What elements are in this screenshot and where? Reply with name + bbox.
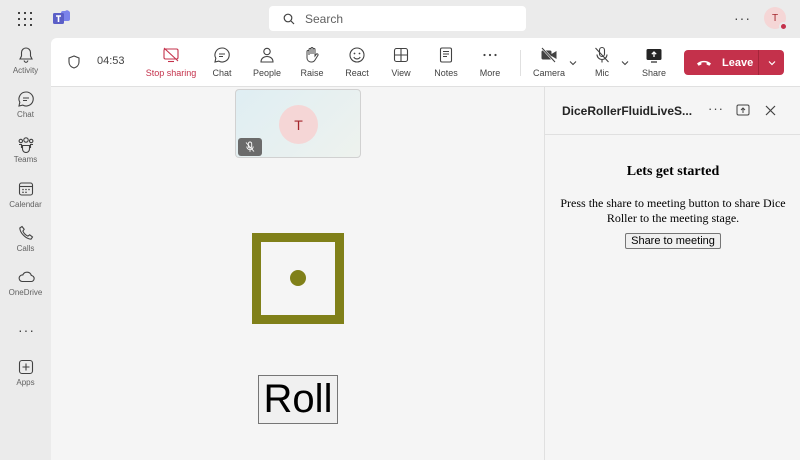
stop-sharing-button[interactable]: Stop sharing — [145, 46, 197, 78]
meeting-toolbar: 04:53 Stop sharing Chat People Raise Rea… — [51, 38, 800, 87]
panel-content: Lets get started Press the share to meet… — [545, 135, 800, 249]
leave-main[interactable]: Leave — [684, 50, 758, 75]
rail-item-activity[interactable]: Activity — [0, 46, 51, 86]
share-to-meeting-button[interactable]: Share to meeting — [625, 233, 721, 249]
rail-label: Calls — [16, 244, 35, 253]
dice-pip — [290, 270, 306, 286]
chat-icon — [17, 91, 34, 107]
view-label: View — [391, 68, 411, 78]
react-label: React — [345, 68, 369, 78]
notes-label: Notes — [434, 68, 458, 78]
leave-options-chevron-icon[interactable] — [759, 58, 784, 68]
more-button[interactable]: More — [466, 46, 514, 78]
app-side-panel: DiceRollerFluidLiveS... ··· Lets get sta… — [544, 87, 800, 460]
more-options-icon[interactable]: ··· — [734, 10, 751, 26]
close-icon[interactable] — [765, 105, 776, 116]
chat-label: Chat — [212, 68, 232, 78]
rail-label: Calendar — [9, 200, 42, 209]
toolbar-divider — [520, 50, 521, 76]
rail-label: Activity — [12, 66, 39, 75]
camera-off-icon — [541, 47, 557, 63]
notes-button[interactable]: Notes — [422, 46, 470, 78]
panel-heading: Lets get started — [626, 164, 720, 179]
stop-sharing-icon — [163, 47, 179, 63]
cloud-icon — [18, 271, 35, 283]
people-label: People — [252, 68, 282, 78]
raise-label: Raise — [300, 68, 324, 78]
participant-initial: T — [294, 116, 303, 133]
rail-label: OneDrive — [8, 288, 43, 297]
chat-icon — [214, 47, 230, 63]
panel-title: DiceRollerFluidLiveS... — [562, 104, 693, 118]
raise-hand-button[interactable]: Raise — [288, 46, 336, 78]
notes-icon — [439, 47, 453, 63]
teams-icon — [18, 137, 33, 153]
hang-up-icon — [697, 60, 711, 66]
more-apps-icon[interactable]: ··· — [18, 322, 35, 338]
stop-sharing-label: Stop sharing — [145, 68, 197, 78]
muted-mic-icon — [238, 138, 262, 156]
leave-button[interactable]: Leave — [684, 50, 784, 75]
chat-button[interactable]: Chat — [198, 46, 246, 78]
share-label: Share — [641, 68, 667, 78]
camera-options-chevron-icon[interactable] — [568, 58, 578, 68]
user-initial: T — [771, 12, 779, 24]
rail-item-apps[interactable]: Apps — [0, 358, 51, 398]
calendar-icon — [18, 182, 33, 196]
person-icon — [260, 47, 274, 63]
rail-item-calls[interactable]: Calls — [0, 224, 51, 264]
panel-description: Press the share to meeting button to sha… — [560, 196, 786, 225]
mic-off-icon — [595, 46, 609, 63]
search-box[interactable]: Search — [269, 6, 526, 31]
roll-button[interactable]: Roll — [258, 375, 338, 424]
react-button[interactable]: React — [333, 46, 381, 78]
rail-item-teams[interactable]: Teams — [0, 135, 51, 175]
camera-button[interactable]: Camera — [525, 46, 573, 78]
mic-options-chevron-icon[interactable] — [620, 58, 630, 68]
rail-label: Teams — [13, 155, 38, 164]
more-label: More — [479, 68, 501, 78]
teams-logo-icon — [53, 10, 71, 31]
rail-label: Chat — [17, 110, 34, 119]
meeting-stage: T Roll — [51, 87, 544, 460]
mic-button[interactable]: Mic — [578, 46, 626, 78]
participant-avatar: T — [279, 105, 318, 144]
leave-label: Leave — [722, 56, 754, 69]
user-avatar[interactable]: T — [764, 7, 788, 31]
view-button[interactable]: View — [377, 46, 425, 78]
search-placeholder: Search — [305, 11, 344, 26]
panel-more-icon[interactable]: ··· — [708, 101, 724, 116]
add-app-icon — [18, 359, 33, 375]
camera-label: Camera — [532, 68, 565, 78]
share-screen-icon — [646, 49, 662, 63]
grid-view-icon — [393, 47, 409, 63]
app-rail: Activity Chat Teams Calendar Calls OneDr… — [0, 38, 51, 460]
rail-item-onedrive[interactable]: OneDrive — [0, 268, 51, 308]
app-launcher-icon[interactable] — [18, 12, 32, 26]
smiley-icon — [349, 47, 365, 63]
rail-item-chat[interactable]: Chat — [0, 90, 51, 130]
dice-face — [252, 233, 344, 324]
panel-header: DiceRollerFluidLiveS... ··· — [545, 87, 800, 135]
people-button[interactable]: People — [243, 46, 291, 78]
meeting-window: 04:53 Stop sharing Chat People Raise Rea… — [51, 38, 800, 460]
search-icon — [283, 13, 295, 24]
shield-icon[interactable] — [68, 55, 80, 69]
share-button[interactable]: Share — [630, 46, 678, 78]
rail-item-calendar[interactable]: Calendar — [0, 180, 51, 220]
pop-out-icon[interactable] — [736, 104, 750, 116]
raise-hand-icon — [306, 47, 319, 63]
meeting-timer: 04:53 — [97, 55, 125, 67]
rail-label: Apps — [16, 378, 35, 387]
participant-tile[interactable]: T — [235, 89, 361, 158]
mic-label: Mic — [595, 68, 609, 78]
title-bar: Search ··· T — [0, 0, 800, 38]
more-icon — [483, 53, 497, 57]
phone-icon — [18, 225, 33, 240]
bell-icon — [18, 47, 33, 63]
presence-dot — [779, 22, 788, 31]
